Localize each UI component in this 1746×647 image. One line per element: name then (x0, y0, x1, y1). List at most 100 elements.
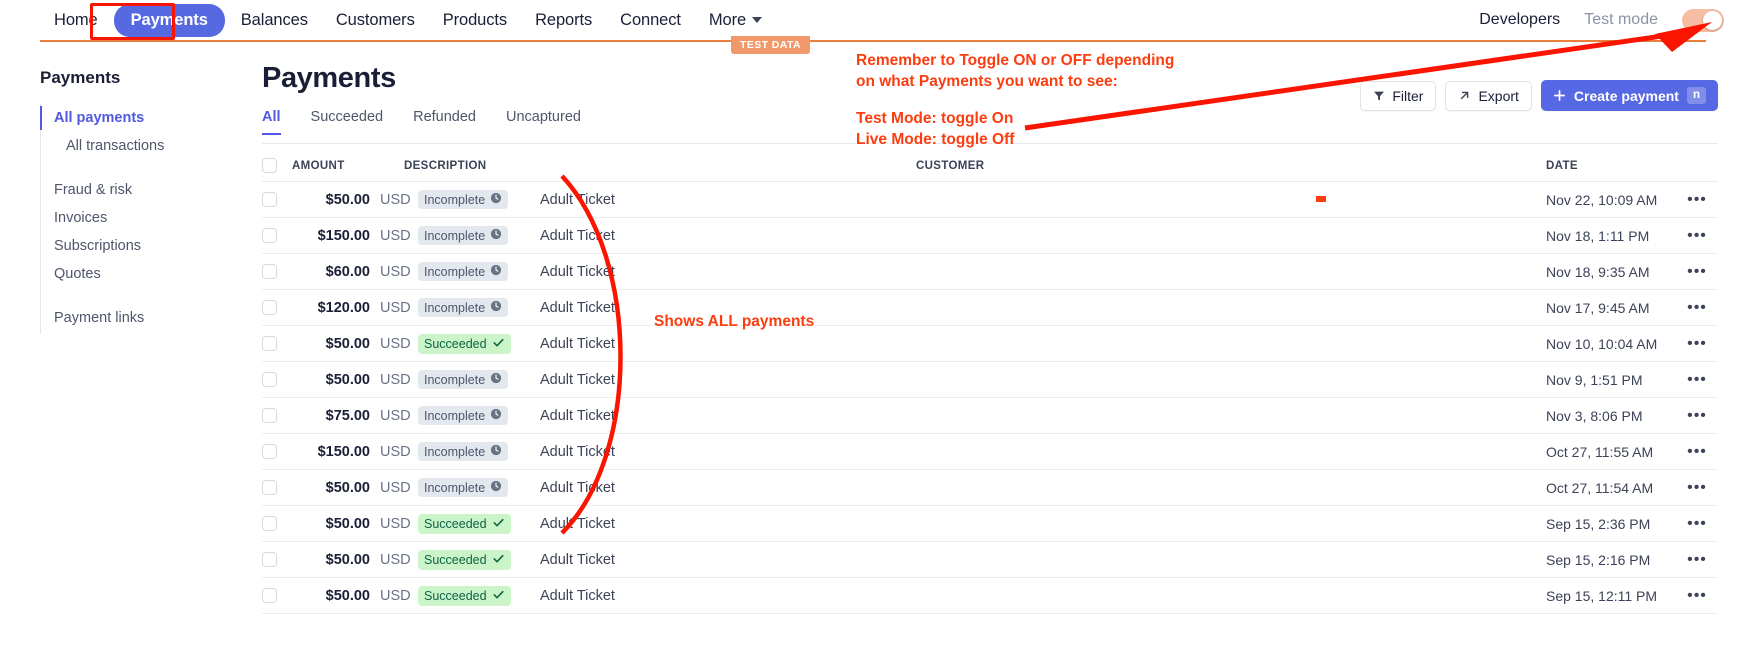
cell-date: Sep 15, 12:11 PM (1546, 587, 1658, 604)
sidebar-item-quotes[interactable]: Quotes (40, 260, 225, 288)
select-all-cell[interactable] (262, 158, 292, 173)
table-row[interactable]: $50.00 USD Incomplete Adult Ticket Nov 9, 1:… (262, 362, 1718, 398)
status-badge: Succeeded (418, 549, 511, 570)
cell-currency: USD (380, 263, 411, 280)
table-row[interactable]: $75.00 USD Incomplete Adult Ticket Nov 3, 8:… (262, 398, 1718, 434)
export-arrow-icon (1458, 89, 1471, 102)
row-select-cell[interactable] (262, 588, 292, 603)
row-select-cell[interactable] (262, 516, 292, 531)
status-badge: Incomplete (418, 226, 509, 245)
row-actions-menu[interactable]: ••• (1676, 191, 1718, 209)
cell-date: Nov 10, 10:04 AM (1546, 335, 1658, 352)
tab-uncaptured[interactable]: Uncaptured (506, 109, 581, 135)
nav-item-balances[interactable]: Balances (229, 5, 320, 36)
sidebar-item-payment-links[interactable]: Payment links (40, 304, 225, 332)
cell-status: Succeeded (418, 333, 536, 354)
row-checkbox[interactable] (262, 552, 277, 567)
nav-item-customers[interactable]: Customers (324, 5, 427, 36)
row-select-cell[interactable] (262, 480, 292, 495)
column-header-customer[interactable]: CUSTOMER (916, 160, 1546, 172)
tab-succeeded[interactable]: Succeeded (311, 109, 384, 135)
sidebar-item-subscriptions[interactable]: Subscriptions (40, 232, 225, 260)
clock-icon (490, 480, 502, 495)
row-select-cell[interactable] (262, 336, 292, 351)
status-badge-label: Succeeded (424, 516, 487, 531)
status-badge-label: Incomplete (424, 300, 486, 315)
row-checkbox[interactable] (262, 228, 277, 243)
tab-refunded[interactable]: Refunded (413, 109, 476, 135)
row-actions-menu[interactable]: ••• (1676, 371, 1718, 389)
row-select-cell[interactable] (262, 372, 292, 387)
cell-currency: USD (380, 371, 411, 388)
row-actions-menu[interactable]: ••• (1676, 587, 1718, 605)
row-checkbox[interactable] (262, 300, 277, 315)
export-button[interactable]: Export (1445, 80, 1532, 111)
row-actions-menu[interactable]: ••• (1676, 551, 1718, 569)
row-actions-menu[interactable]: ••• (1676, 299, 1718, 317)
table-row[interactable]: $60.00 USD Incomplete Adult Ticket Nov 18, 9… (262, 254, 1718, 290)
table-row[interactable]: $150.00 USD Incomplete Adult Ticket Nov 18, … (262, 218, 1718, 254)
nav-item-reports[interactable]: Reports (523, 5, 604, 36)
table-row[interactable]: $50.00 USD Succeeded Adult Ticket Nov 10, 10… (262, 326, 1718, 362)
nav-item-connect[interactable]: Connect (608, 5, 693, 36)
row-actions-menu[interactable]: ••• (1676, 479, 1718, 497)
sidebar-item-invoices[interactable]: Invoices (40, 204, 225, 232)
table-row[interactable]: $50.00 USD Succeeded Adult Ticket Sep 15, 2:… (262, 542, 1718, 578)
status-badge: Succeeded (418, 585, 511, 606)
select-all-checkbox[interactable] (262, 158, 277, 173)
sidebar-item-all-payments[interactable]: All payments (40, 104, 225, 132)
row-checkbox[interactable] (262, 372, 277, 387)
cell-description: Adult Ticket (540, 551, 615, 568)
row-select-cell[interactable] (262, 228, 292, 243)
cell-description: Adult Ticket (540, 335, 615, 352)
cell-currency: USD (380, 587, 411, 604)
status-badge-label: Succeeded (424, 336, 487, 351)
row-select-cell[interactable] (262, 552, 292, 567)
row-select-cell[interactable] (262, 264, 292, 279)
row-checkbox[interactable] (262, 480, 277, 495)
cell-status: Incomplete (418, 298, 536, 317)
table-row[interactable]: $120.00 USD Incomplete Adult Ticket Nov 17, … (262, 290, 1718, 326)
table-row[interactable]: $50.00 USD Incomplete Adult Ticket Nov 22, 1… (262, 182, 1718, 218)
table-row[interactable]: $50.00 USD Succeeded Adult Ticket Sep 15, 12… (262, 578, 1718, 614)
row-actions-menu[interactable]: ••• (1676, 227, 1718, 245)
cell-date: Oct 27, 11:55 AM (1546, 443, 1654, 460)
row-actions-menu[interactable]: ••• (1676, 407, 1718, 425)
row-checkbox[interactable] (262, 336, 277, 351)
table-row[interactable]: $150.00 USD Incomplete Adult Ticket Oct 27, … (262, 434, 1718, 470)
table-row[interactable]: $50.00 USD Succeeded Adult Ticket Sep 15, 2:… (262, 506, 1718, 542)
table-row[interactable]: $50.00 USD Incomplete Adult Ticket Oct 27, 1… (262, 470, 1718, 506)
cell-description: Adult Ticket (540, 263, 615, 280)
test-mode-divider (40, 40, 1706, 42)
cell-currency: USD (380, 227, 411, 244)
sidebar-item-fraud-risk[interactable]: Fraud & risk (40, 176, 225, 204)
column-header-amount[interactable]: AMOUNT (292, 160, 400, 172)
row-checkbox[interactable] (262, 516, 277, 531)
row-actions-menu[interactable]: ••• (1676, 443, 1718, 461)
column-header-description[interactable]: DESCRIPTION (400, 160, 916, 172)
tab-all[interactable]: All (262, 109, 281, 135)
status-badge-label: Incomplete (424, 408, 486, 423)
row-checkbox[interactable] (262, 588, 277, 603)
row-checkbox[interactable] (262, 264, 277, 279)
row-select-cell[interactable] (262, 192, 292, 207)
developers-link[interactable]: Developers (1479, 11, 1560, 29)
cell-currency: USD (380, 479, 411, 496)
row-actions-menu[interactable]: ••• (1676, 335, 1718, 353)
row-select-cell[interactable] (262, 300, 292, 315)
row-checkbox[interactable] (262, 192, 277, 207)
row-select-cell[interactable] (262, 444, 292, 459)
check-icon (492, 516, 505, 532)
nav-item-more[interactable]: More (697, 5, 774, 36)
create-payment-button[interactable]: Create payment n (1540, 80, 1718, 111)
column-header-date[interactable]: DATE (1546, 160, 1676, 172)
row-actions-menu[interactable]: ••• (1676, 263, 1718, 281)
nav-item-products[interactable]: Products (431, 5, 519, 36)
sidebar-item-all-transactions[interactable]: All transactions (40, 132, 225, 160)
row-select-cell[interactable] (262, 408, 292, 423)
row-checkbox[interactable] (262, 444, 277, 459)
filter-button[interactable]: Filter (1360, 80, 1437, 111)
row-checkbox[interactable] (262, 408, 277, 423)
row-actions-menu[interactable]: ••• (1676, 515, 1718, 533)
test-mode-toggle[interactable] (1682, 8, 1724, 32)
